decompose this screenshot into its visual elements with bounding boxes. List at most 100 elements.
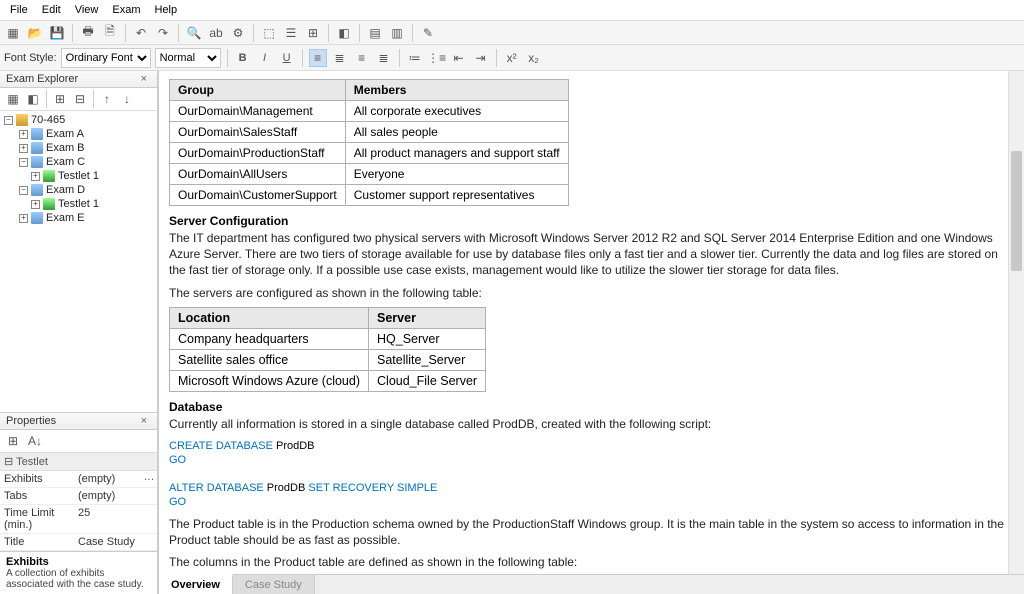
- outdent-icon[interactable]: ⇤: [450, 49, 468, 67]
- explorer-tool-icon[interactable]: ▦: [4, 90, 22, 108]
- bottom-tabs: Overview Case Study: [159, 574, 1024, 594]
- align-right-icon[interactable]: ≡: [353, 49, 371, 67]
- new-icon[interactable]: ▦: [4, 24, 22, 42]
- tree-item[interactable]: +Exam B: [4, 141, 153, 155]
- sup-icon[interactable]: x²: [503, 49, 521, 67]
- paragraph: The Product table is in the Production s…: [169, 516, 1014, 548]
- tab-overview[interactable]: Overview: [159, 574, 233, 594]
- close-icon[interactable]: ×: [137, 73, 151, 85]
- scroll-thumb[interactable]: [1011, 151, 1022, 271]
- tree-root[interactable]: −70-465: [4, 113, 153, 127]
- tool-icon[interactable]: ⚙: [229, 24, 247, 42]
- open-icon[interactable]: 📂: [26, 24, 44, 42]
- separator: [178, 24, 179, 42]
- props-row[interactable]: Tabs(empty): [0, 488, 157, 505]
- ellipsis-button[interactable]: …: [141, 471, 157, 487]
- tool4-icon[interactable]: ⊞: [304, 24, 322, 42]
- preview-icon[interactable]: 🗎: [101, 24, 119, 42]
- down-icon[interactable]: ↓: [118, 90, 136, 108]
- exam-icon: [31, 156, 43, 168]
- table-row: Company headquartersHQ_Server: [170, 328, 486, 349]
- font-style-select[interactable]: Ordinary Font: [61, 48, 151, 68]
- table-row: OurDomain\ManagementAll corporate execut…: [170, 101, 569, 122]
- bold-icon[interactable]: B: [234, 49, 252, 67]
- table-row: Satellite sales officeSatellite_Server: [170, 349, 486, 370]
- align-justify-icon[interactable]: ≣: [375, 49, 393, 67]
- underline-icon[interactable]: U: [278, 49, 296, 67]
- format-toolbar: Font Style: Ordinary Font Normal B I U ≡…: [0, 45, 1024, 71]
- tree-item[interactable]: +Testlet 1: [4, 197, 153, 211]
- az-icon[interactable]: A↓: [26, 432, 44, 450]
- properties-title: Properties: [6, 415, 56, 427]
- sub-icon[interactable]: x₂: [525, 49, 543, 67]
- exhibits-desc: A collection of exhibits associated with…: [6, 568, 151, 590]
- server-table: LocationServer Company headquartersHQ_Se…: [169, 307, 486, 392]
- find-icon[interactable]: 🔍: [185, 24, 203, 42]
- separator: [46, 90, 47, 108]
- scrollbar[interactable]: [1008, 71, 1024, 574]
- indent-icon[interactable]: ⇥: [472, 49, 490, 67]
- separator: [125, 24, 126, 42]
- testlet-icon: [43, 170, 55, 182]
- bullist-icon[interactable]: ⋮≡: [428, 49, 446, 67]
- exam-icon: [31, 184, 43, 196]
- tab-case-study[interactable]: Case Study: [233, 575, 315, 594]
- undo-icon[interactable]: ↶: [132, 24, 150, 42]
- redo-icon[interactable]: ↷: [154, 24, 172, 42]
- explorer-tool-icon[interactable]: ⊞: [51, 90, 69, 108]
- tree-item[interactable]: +Exam A: [4, 127, 153, 141]
- separator: [359, 24, 360, 42]
- table-row: OurDomain\ProductionStaffAll product man…: [170, 143, 569, 164]
- exam-icon: [31, 212, 43, 224]
- close-icon[interactable]: ×: [137, 415, 151, 427]
- section-heading: Server Configuration: [169, 214, 1014, 228]
- replace-icon[interactable]: ab: [207, 24, 225, 42]
- props-row[interactable]: TitleCase Study: [0, 534, 157, 551]
- menu-help[interactable]: Help: [148, 2, 183, 18]
- align-center-icon[interactable]: ≣: [331, 49, 349, 67]
- props-category[interactable]: ⊟ Testlet: [0, 453, 157, 471]
- tree-item[interactable]: −Exam C: [4, 155, 153, 169]
- props-row[interactable]: Time Limit (min.)25: [0, 505, 157, 534]
- align-left-icon[interactable]: ≡: [309, 49, 327, 67]
- tool7-icon[interactable]: ▥: [388, 24, 406, 42]
- menu-edit[interactable]: Edit: [36, 2, 67, 18]
- tool3-icon[interactable]: ☰: [282, 24, 300, 42]
- menu-file[interactable]: File: [4, 2, 34, 18]
- numlist-icon[interactable]: ≔: [406, 49, 424, 67]
- explorer-header: Exam Explorer ×: [0, 71, 157, 88]
- separator: [412, 24, 413, 42]
- properties-header: Properties ×: [0, 413, 157, 430]
- explorer-toolbar: ▦ ◧ ⊞ ⊟ ↑ ↓: [0, 88, 157, 111]
- tree-item[interactable]: +Exam E: [4, 211, 153, 225]
- properties-panel: Properties × ⊞ A↓ ⊟ Testlet Exhibits(emp…: [0, 412, 157, 551]
- testlet-icon: [43, 198, 55, 210]
- tool2-icon[interactable]: ⬚: [260, 24, 278, 42]
- table-row: Microsoft Windows Azure (cloud)Cloud_Fil…: [170, 370, 486, 391]
- cat-icon[interactable]: ⊞: [4, 432, 22, 450]
- code-block: CREATE DATABASE ProdDB GO ALTER DATABASE…: [169, 438, 1014, 508]
- tool5-icon[interactable]: ◧: [335, 24, 353, 42]
- paragraph: The IT department has configured two phy…: [169, 230, 1014, 279]
- main-toolbar: ▦ 📂 💾 🖶 🗎 ↶ ↷ 🔍 ab ⚙ ⬚ ☰ ⊞ ◧ ▤ ▥ ✎: [0, 21, 1024, 45]
- menubar: File Edit View Exam Help: [0, 0, 1024, 21]
- para-style-select[interactable]: Normal: [155, 48, 221, 68]
- tree-item[interactable]: −Exam D: [4, 183, 153, 197]
- menu-exam[interactable]: Exam: [106, 2, 146, 18]
- separator: [328, 24, 329, 42]
- tool6-icon[interactable]: ▤: [366, 24, 384, 42]
- separator: [93, 90, 94, 108]
- up-icon[interactable]: ↑: [98, 90, 116, 108]
- paragraph: Currently all information is stored in a…: [169, 416, 1014, 432]
- table-row: OurDomain\AllUsersEveryone: [170, 164, 569, 185]
- tree-item[interactable]: +Testlet 1: [4, 169, 153, 183]
- exhibits-title: Exhibits: [6, 556, 151, 568]
- print-icon[interactable]: 🖶: [79, 24, 97, 42]
- props-row[interactable]: Exhibits(empty)…: [0, 471, 157, 488]
- save-icon[interactable]: 💾: [48, 24, 66, 42]
- explorer-tool-icon[interactable]: ◧: [24, 90, 42, 108]
- tool8-icon[interactable]: ✎: [419, 24, 437, 42]
- italic-icon[interactable]: I: [256, 49, 274, 67]
- explorer-tool-icon[interactable]: ⊟: [71, 90, 89, 108]
- menu-view[interactable]: View: [69, 2, 105, 18]
